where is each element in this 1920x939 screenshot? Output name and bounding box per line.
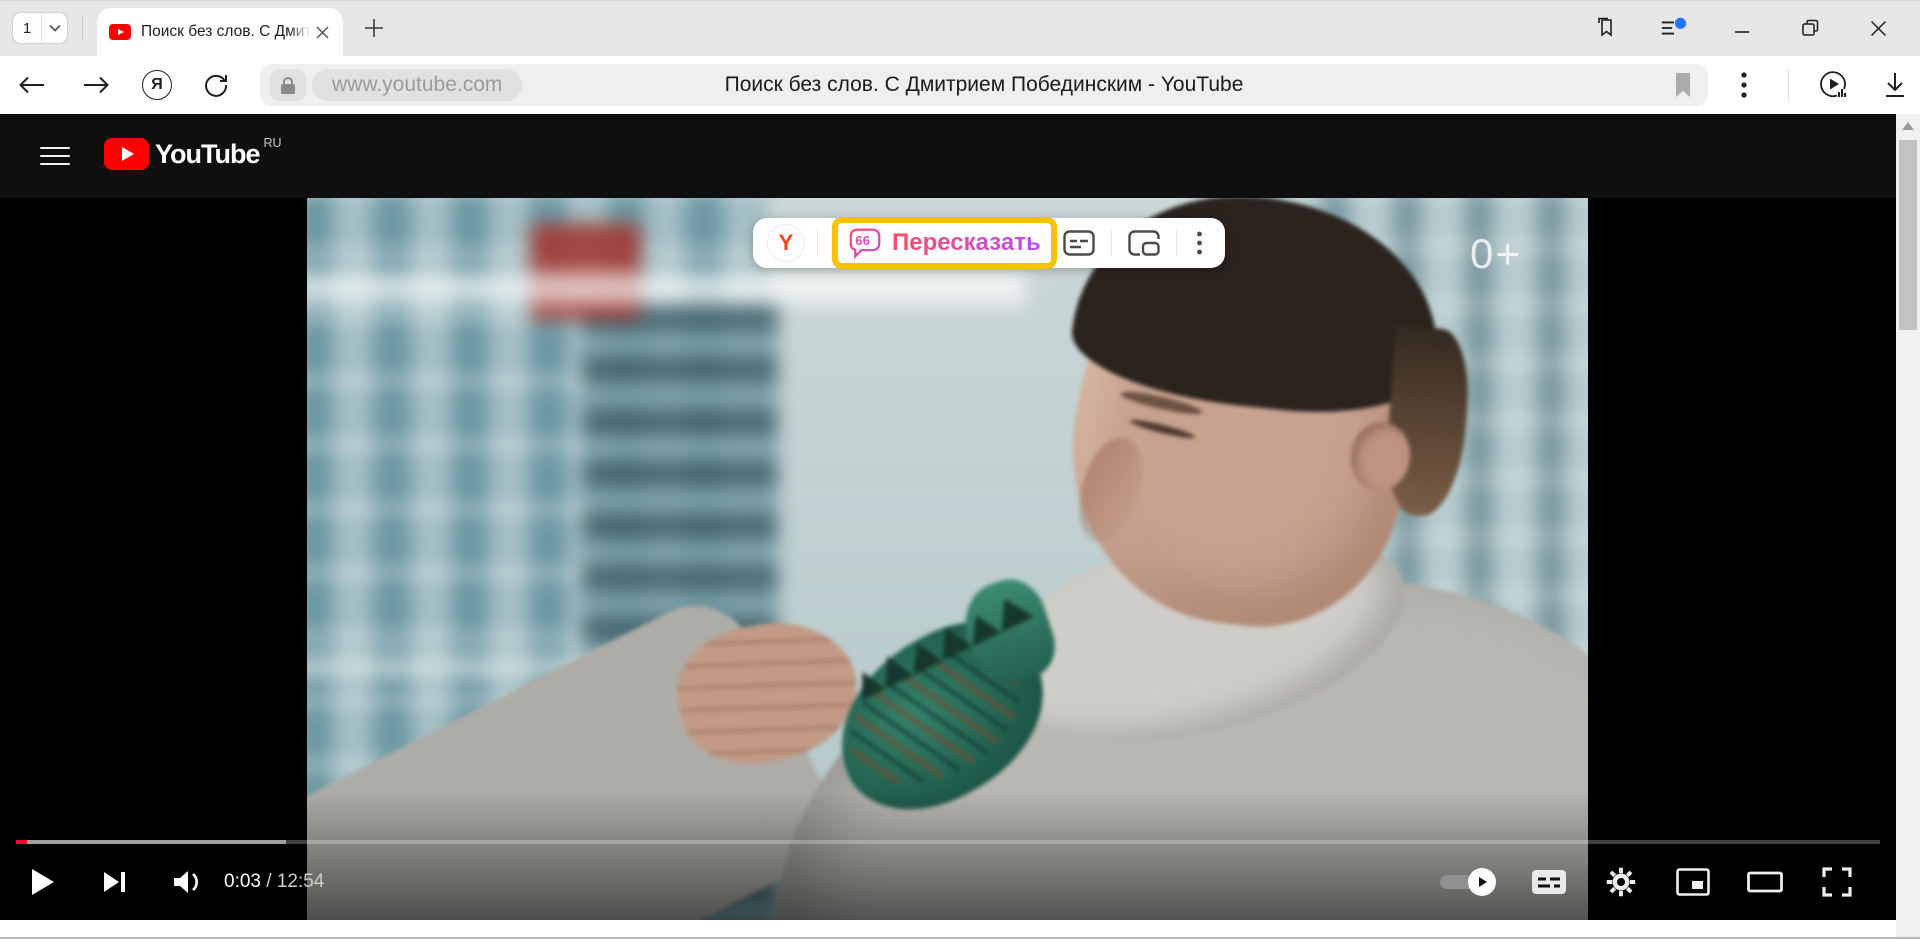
scrollbar-thumb[interactable]: [1899, 140, 1917, 330]
new-tab-button[interactable]: [357, 11, 391, 45]
time-current: 0:03: [224, 871, 261, 892]
back-button[interactable]: [14, 67, 50, 103]
address-menu-icon[interactable]: [1726, 67, 1762, 103]
download-icon[interactable]: [1877, 67, 1913, 103]
page-scrollbar[interactable]: [1896, 114, 1920, 939]
browser-menu-icon[interactable]: [1660, 14, 1688, 42]
yandex-services-icon[interactable]: Я: [142, 70, 172, 100]
autoplay-knob: [1468, 868, 1496, 896]
progress-buffered: [16, 840, 286, 844]
volume-button[interactable]: [164, 859, 210, 905]
toolbar-divider: [817, 230, 818, 256]
tab-counter-value: 1: [13, 13, 41, 43]
subtitles-button[interactable]: [1526, 859, 1572, 905]
theater-mode-button[interactable]: [1742, 859, 1788, 905]
guide-menu-icon[interactable]: [40, 143, 70, 169]
play-icon: [32, 869, 54, 895]
window-controls: [1592, 14, 1920, 42]
refresh-button[interactable]: [198, 67, 234, 103]
player-controls: 0:03 / 12:54: [0, 840, 1896, 920]
notification-dot: [1675, 18, 1686, 29]
youtube-play-icon: [104, 138, 149, 170]
gear-icon: [1605, 866, 1637, 898]
progress-played: [16, 840, 27, 844]
youtube-favicon-icon: [109, 24, 131, 40]
video-player[interactable]: Y 66 Пересказать: [0, 198, 1896, 920]
bookmark-icon[interactable]: [1668, 70, 1698, 100]
toolbar-divider: [1176, 230, 1177, 256]
time-duration: / 12:54: [261, 871, 324, 892]
tab-bar: 1 Поиск без слов. С Дмит: [0, 0, 1920, 56]
youtube-logo[interactable]: YouTube RU: [104, 138, 282, 170]
toolbar-menu-icon[interactable]: [1189, 226, 1211, 260]
settings-button[interactable]: [1598, 859, 1644, 905]
youtube-logo-text: YouTube: [155, 138, 259, 170]
tabbar-divider: [82, 15, 83, 41]
miniplayer-button[interactable]: [1670, 859, 1716, 905]
lock-icon[interactable]: [270, 69, 306, 101]
retell-button[interactable]: 66 Пересказать: [848, 227, 1041, 259]
video-translate-icon[interactable]: [1815, 67, 1851, 103]
forward-button[interactable]: [78, 67, 114, 103]
address-bar: Я www.youtube.com Поиск без слов. С Дмит…: [0, 56, 1920, 114]
minimize-button[interactable]: [1728, 14, 1756, 42]
next-button[interactable]: [92, 859, 138, 905]
fullscreen-icon: [1821, 866, 1853, 898]
yandex-logo-icon[interactable]: Y: [767, 224, 805, 262]
volume-icon: [172, 869, 202, 895]
retell-highlight-box: 66 Пересказать: [832, 217, 1057, 269]
time-display: 0:03 / 12:54: [224, 871, 324, 893]
chevron-down-icon[interactable]: [41, 13, 67, 43]
url-text[interactable]: www.youtube.com: [312, 69, 522, 101]
active-tab[interactable]: Поиск без слов. С Дмит: [97, 8, 343, 56]
play-button[interactable]: [20, 859, 66, 905]
fullscreen-button[interactable]: [1814, 859, 1860, 905]
quote-bubble-icon: 66: [848, 227, 882, 259]
tab-counter[interactable]: 1: [12, 12, 68, 44]
video-scene-figure: [307, 198, 1588, 920]
toolbar-divider: [1111, 230, 1112, 256]
svg-text:66: 66: [855, 233, 870, 248]
yandex-video-toolbar: Y 66 Пересказать: [753, 218, 1225, 268]
autoplay-toggle[interactable]: [1440, 875, 1492, 889]
toolbar-subtitles-icon[interactable]: [1059, 226, 1099, 260]
tab-title: Поиск без слов. С Дмит: [141, 23, 311, 41]
side-panel-bookmarks-icon[interactable]: [1592, 14, 1620, 42]
browser-window: 1 Поиск без слов. С Дмит: [0, 0, 1920, 939]
age-rating-label: 0+: [1470, 230, 1522, 278]
video-frame[interactable]: Y 66 Пересказать: [307, 198, 1588, 920]
url-field[interactable]: www.youtube.com Поиск без слов. С Дмитри…: [260, 64, 1708, 106]
next-icon: [102, 869, 128, 895]
youtube-region-label: RU: [263, 136, 281, 150]
toolbar-pip-icon[interactable]: [1124, 226, 1164, 260]
restore-button[interactable]: [1796, 14, 1824, 42]
tab-close-icon[interactable]: [311, 21, 333, 43]
progress-bar[interactable]: [16, 840, 1880, 844]
theater-icon: [1747, 870, 1783, 894]
subtitles-icon: [1531, 869, 1567, 895]
youtube-header: YouTube RU: [0, 114, 1896, 198]
scrollbar-up-arrow[interactable]: [1902, 122, 1914, 130]
address-bar-actions: [1726, 67, 1913, 103]
close-window-button[interactable]: [1864, 14, 1892, 42]
retell-label: Пересказать: [892, 229, 1041, 257]
miniplayer-icon: [1676, 868, 1710, 896]
address-divider: [1788, 70, 1789, 100]
